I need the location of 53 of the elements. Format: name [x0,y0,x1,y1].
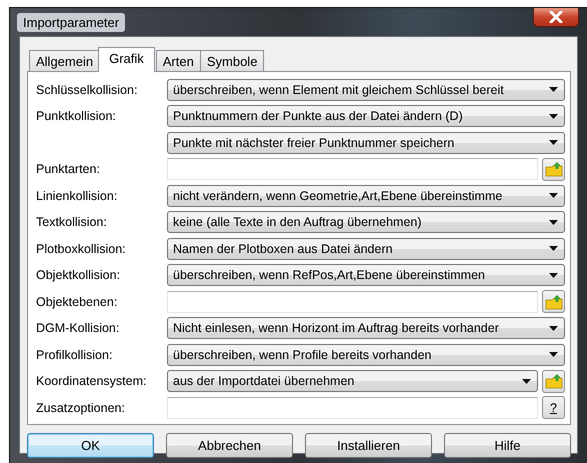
dropdown[interactable]: Namen der Plotboxen aus Datei ändern [167,238,565,260]
field-label: DGM-Kollision: [36,321,120,336]
field-label: Plotboxkollision: [36,242,126,256]
browse-button[interactable] [542,158,565,181]
dropdown[interactable]: nicht verändern, wenn Geometrie,Art,Ebene übereinstimme [167,184,565,207]
dropdown[interactable]: aus der Importdatei übernehmen [167,370,538,392]
input-field[interactable] [167,290,538,313]
field-label: Objektkollision: [36,268,120,282]
caret-icon [522,378,531,384]
help-button[interactable]: ? [542,396,565,420]
window-title: Importparameter [17,12,126,32]
dropdown[interactable]: überschreiben, wenn RefPos,Art,Ebene übereinstimmen [167,264,565,286]
field-label: Profilkollision: [36,348,112,362]
caret-icon [549,220,558,225]
dropdown[interactable]: überschreiben, wenn Element mit gleichem Schlüssel bereit [167,78,565,101]
caret-icon [549,140,558,146]
folder-icon [544,161,562,178]
caret-icon [549,87,558,92]
dropdown[interactable]: keine (alle Texte in den Auftrag übernehmen) [167,211,565,234]
dropdown[interactable]: Nicht einlesen, wenn Horizont im Auftrag bereits vorhander [167,317,565,340]
field-label: Punktarten: [36,162,100,176]
caret-icon [549,326,558,331]
field-label: Punktkollision: [36,109,116,124]
dialog-button[interactable]: OK [27,432,154,458]
dropdown[interactable]: Punktnummern der Punkte aus der Datei ändern (D) [167,105,565,128]
caret-icon [549,193,558,198]
folder-icon [544,294,562,310]
field-label: Textkollision: [36,215,107,230]
field-label: Schlüsselkollision: [36,82,138,97]
browse-button[interactable] [542,370,565,393]
tab[interactable]: Symbole [200,50,264,71]
close-icon [549,11,563,23]
caret-icon [549,352,558,358]
browse-button[interactable] [542,290,565,314]
folder-icon [544,373,562,390]
input-field[interactable] [167,396,538,419]
tab[interactable]: Allgemein [29,50,100,71]
caret-icon [549,272,558,278]
close-button[interactable] [533,8,579,27]
dialog-button[interactable]: Abbrechen [166,432,293,458]
input-field[interactable] [167,158,538,180]
dialog-button[interactable]: Installieren [305,432,432,458]
caret-icon [549,246,558,252]
dropdown[interactable]: überschreiben, wenn Profile bereits vorhanden [167,344,565,366]
dialog-button[interactable]: Hilfe [444,432,571,458]
tab[interactable]: Grafik [98,47,155,72]
dropdown[interactable]: Punkte mit nächster freier Punktnummer speichern [167,132,565,154]
field-label: Objektebenen: [36,294,118,309]
field-label: Linienkollision: [36,188,118,203]
field-label: Zusatzoptionen: [36,400,125,415]
caret-icon [549,114,558,119]
tab[interactable]: Arten [156,50,201,71]
field-label: Koordinatensystem: [36,374,146,388]
